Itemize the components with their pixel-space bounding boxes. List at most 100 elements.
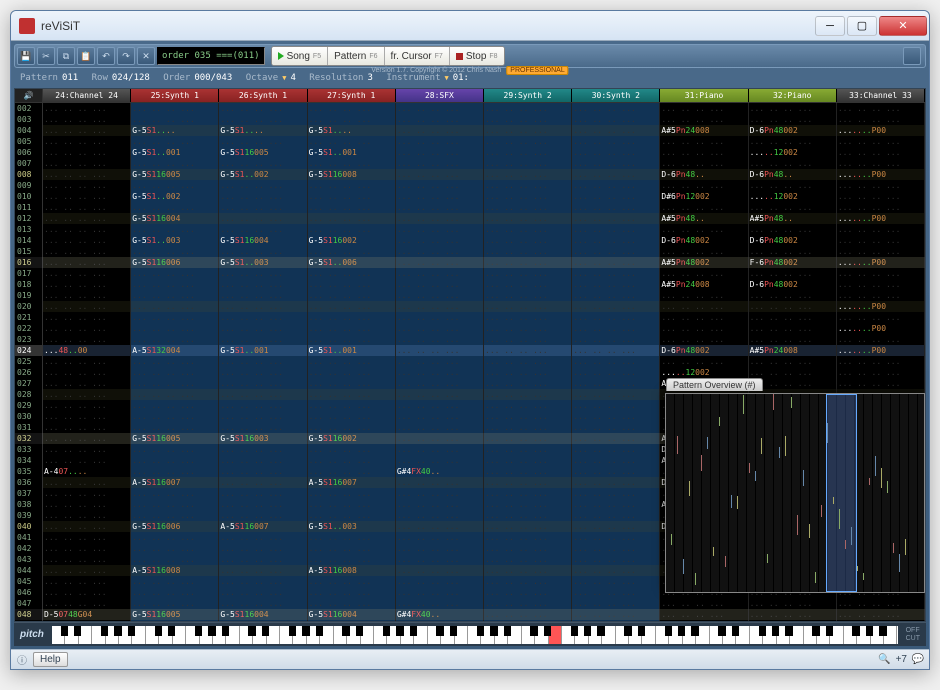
key-cut-label[interactable]: CUT: [906, 635, 920, 643]
channel-29[interactable]: ... .. .. ...... .. .. ...... .. .. ....…: [484, 103, 572, 621]
toolbar-undo-icon[interactable]: ↶: [97, 47, 115, 65]
help-button[interactable]: Help: [33, 652, 68, 667]
piano-key[interactable]: [146, 626, 159, 644]
minimize-button[interactable]: ─: [815, 16, 845, 36]
channel-header-29[interactable]: 29:Synth 2: [484, 89, 572, 102]
channel-header-31[interactable]: 31:Piano: [660, 89, 748, 102]
order-display[interactable]: order 035 ===(011): [157, 47, 265, 65]
piano-key-black[interactable]: [718, 626, 725, 637]
row-number[interactable]: 012: [15, 213, 42, 224]
channel-28[interactable]: ... .. .. ...... .. .. ...... .. .. ....…: [396, 103, 484, 621]
row-number[interactable]: 007: [15, 158, 42, 169]
row-number[interactable]: 021: [15, 312, 42, 323]
piano-key[interactable]: [240, 626, 253, 644]
row-number[interactable]: 035: [15, 466, 42, 477]
row-number[interactable]: 011: [15, 202, 42, 213]
channel-27[interactable]: ... .. .. ...... .. .. ...G-5 S1 .. ....…: [308, 103, 396, 621]
piano-key[interactable]: [186, 626, 199, 644]
piano-key-black[interactable]: [530, 626, 537, 637]
piano-key-black[interactable]: [356, 626, 363, 637]
pattern-number[interactable]: 011: [62, 73, 78, 83]
octave-value[interactable]: 4: [290, 73, 295, 83]
row-number[interactable]: 014: [15, 235, 42, 246]
row-number[interactable]: 005: [15, 136, 42, 147]
piano-key-black[interactable]: [584, 626, 591, 637]
piano-key-black[interactable]: [544, 626, 551, 637]
piano-key-black[interactable]: [866, 626, 873, 637]
toolbar-cut-icon[interactable]: ✂: [37, 47, 55, 65]
piano-key-black[interactable]: [571, 626, 578, 637]
piano-key-black[interactable]: [222, 626, 229, 637]
row-number[interactable]: 017: [15, 268, 42, 279]
maximize-button[interactable]: ▢: [847, 16, 877, 36]
channel-25[interactable]: ... .. .. ...... .. .. ...G-5 S1 .. ....…: [131, 103, 219, 621]
row-number[interactable]: 048: [15, 609, 42, 620]
row-number[interactable]: 013: [15, 224, 42, 235]
play-pattern-button[interactable]: Pattern F6: [328, 47, 384, 65]
piano-key-black[interactable]: [114, 626, 121, 637]
stop-button[interactable]: Stop F8: [450, 47, 504, 65]
piano-key[interactable]: [92, 626, 105, 644]
piano-key-black[interactable]: [289, 626, 296, 637]
toolbar-settings-icon[interactable]: ✕: [137, 47, 155, 65]
piano-key[interactable]: [804, 626, 817, 644]
instrument-value[interactable]: 01:: [453, 73, 469, 83]
piano-key-black[interactable]: [383, 626, 390, 637]
info-icon[interactable]: ⓘ: [15, 653, 29, 667]
pattern-grid-icon[interactable]: [903, 47, 921, 65]
channel-26[interactable]: ... .. .. ...... .. .. ...G-5 S1 .. ....…: [219, 103, 307, 621]
piano-key-black[interactable]: [61, 626, 68, 637]
row-number[interactable]: 004: [15, 125, 42, 136]
piano-key-black[interactable]: [101, 626, 108, 637]
row-number[interactable]: 022: [15, 323, 42, 334]
row-number[interactable]: 002: [15, 103, 42, 114]
channel-header-33[interactable]: 33:Channel 33: [837, 89, 925, 102]
row-number[interactable]: 046: [15, 587, 42, 598]
play-cursor-button[interactable]: fr. Cursor F7: [385, 47, 450, 65]
row-number[interactable]: 008: [15, 169, 42, 180]
piano-key[interactable]: [334, 626, 347, 644]
toolbar-copy-icon[interactable]: ⧉: [57, 47, 75, 65]
row-number[interactable]: 039: [15, 510, 42, 521]
row-number[interactable]: 016: [15, 257, 42, 268]
piano-key-black[interactable]: [785, 626, 792, 637]
row-number[interactable]: 040: [15, 521, 42, 532]
resolution-value[interactable]: 3: [367, 73, 372, 83]
piano-key-black[interactable]: [638, 626, 645, 637]
piano-key-black[interactable]: [128, 626, 135, 637]
play-song-button[interactable]: Song F5: [272, 47, 329, 65]
piano-key-black[interactable]: [624, 626, 631, 637]
chat-icon[interactable]: 💬: [911, 653, 925, 667]
row-number[interactable]: 023: [15, 334, 42, 345]
piano-key[interactable]: [468, 626, 481, 644]
piano-key-black[interactable]: [342, 626, 349, 637]
row-number[interactable]: 044: [15, 565, 42, 576]
piano-key-black[interactable]: [879, 626, 886, 637]
piano-key[interactable]: [844, 626, 857, 644]
piano-key-black[interactable]: [248, 626, 255, 637]
channel-header-32[interactable]: 32:Piano: [749, 89, 837, 102]
toolbar-save-icon[interactable]: 💾: [17, 47, 35, 65]
piano-key-black[interactable]: [665, 626, 672, 637]
channel-header-26[interactable]: 26:Synth 1: [219, 89, 307, 102]
piano-key[interactable]: [616, 626, 629, 644]
piano-key-black[interactable]: [262, 626, 269, 637]
overview-selection[interactable]: [826, 394, 857, 592]
piano-key-black[interactable]: [410, 626, 417, 637]
piano-key-black[interactable]: [812, 626, 819, 637]
row-number[interactable]: 049: [15, 620, 42, 621]
key-off-label[interactable]: OFF: [906, 627, 920, 635]
channel-header-24[interactable]: 24:Channel 24: [43, 89, 131, 102]
row-number[interactable]: 006: [15, 147, 42, 158]
channel-header-28[interactable]: 28:SFX: [396, 89, 484, 102]
piano-key-black[interactable]: [772, 626, 779, 637]
piano-key-black[interactable]: [759, 626, 766, 637]
pattern-overview-tab[interactable]: Pattern Overview (#): [666, 378, 763, 391]
piano-key-black[interactable]: [732, 626, 739, 637]
row-number[interactable]: 033: [15, 444, 42, 455]
row-number[interactable]: 045: [15, 576, 42, 587]
row-number[interactable]: 028: [15, 389, 42, 400]
row-number[interactable]: 047: [15, 598, 42, 609]
piano-key[interactable]: [656, 626, 669, 644]
row-number[interactable]: 024: [15, 345, 42, 356]
